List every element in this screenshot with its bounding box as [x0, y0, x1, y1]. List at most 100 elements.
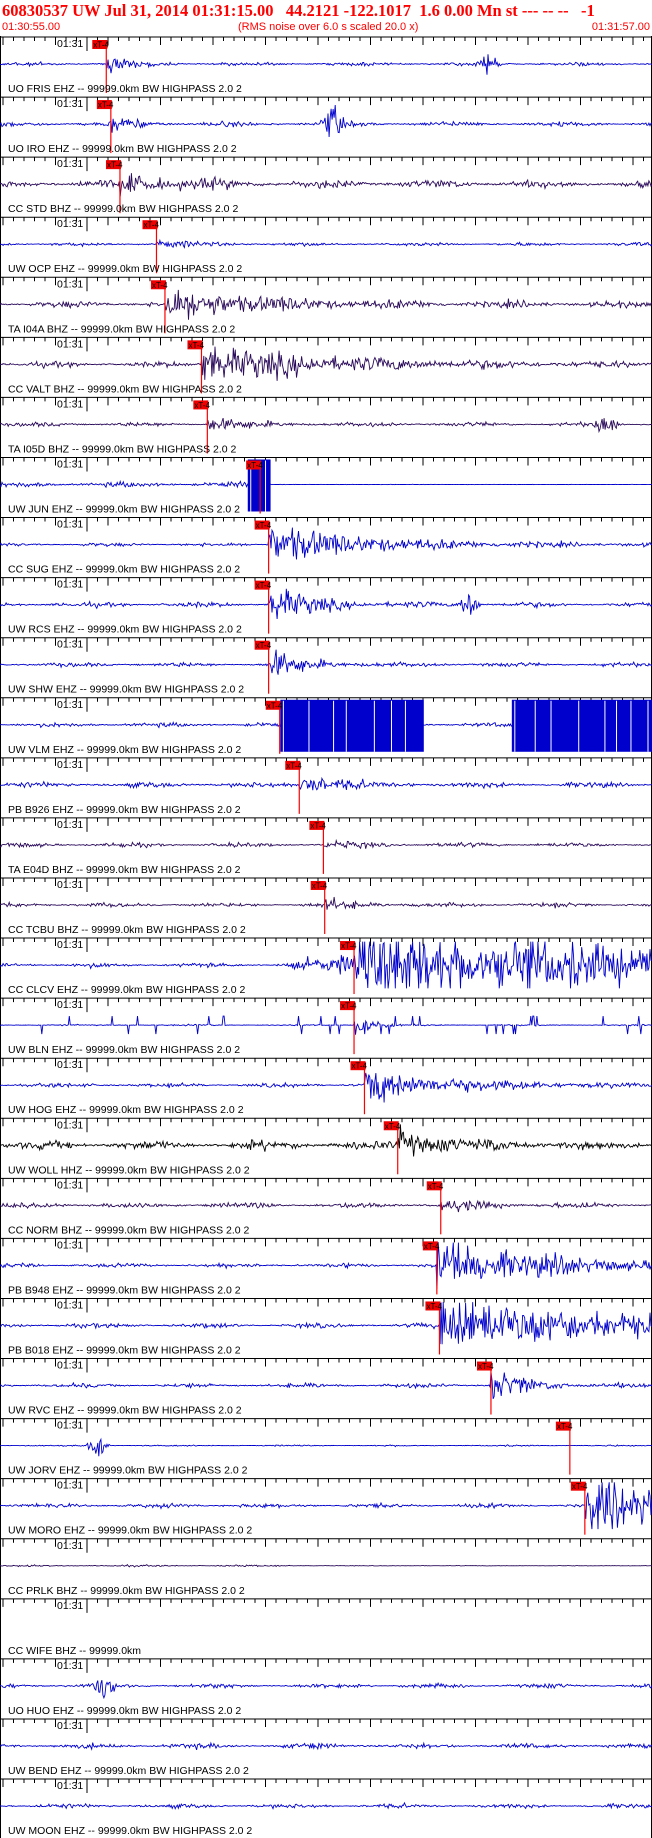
waveform-trace [0, 417, 652, 434]
pick-label: xT-4 [351, 1062, 367, 1071]
pick-label: xT-4 [424, 1242, 440, 1251]
waveform-trace [0, 1679, 652, 1700]
time-tick-label: 01:31 [57, 579, 83, 591]
station-label: TA I04A BHZ -- 99999.0km BW HIGHPASS 2.0… [8, 323, 235, 335]
time-tick-label: 01:31 [57, 1239, 83, 1251]
pick-label: xT-4 [98, 101, 114, 110]
waveform-trace [0, 346, 652, 381]
station-label: CC PRLK BHZ -- 99999.0km BW HIGHPASS 2.0… [8, 1585, 245, 1597]
waveform-trace [0, 238, 652, 249]
station-label: UW WOLL HHZ -- 99999.0km BW HIGHPASS 2.0… [8, 1164, 250, 1176]
waveform-trace [0, 1302, 652, 1345]
pick-label: xT-4 [426, 1302, 442, 1311]
station-label: UO IRO EHZ -- 99999.0km BW HIGHPASS 2.0 … [8, 143, 237, 155]
pick-label: xT-4 [194, 401, 210, 410]
time-tick-label: 01:31 [57, 398, 83, 410]
waveform-trace [0, 649, 652, 675]
trace-row: 01:31 xT-4 UW RVC EHZ -- 99999.0km BW HIGH… [0, 1358, 652, 1417]
trace-row: 01:31 xT-4 TA I04A BHZ -- 99999.0km BW HIG… [0, 276, 652, 335]
station-label: UO HUO EHZ -- 99999.0km BW HIGHPASS 2.0 … [8, 1705, 241, 1717]
trace-row: 01:31 xT-4 UO IRO EHZ -- 99999.0km BW HIGH… [0, 96, 652, 155]
time-tick-label: 01:31 [57, 1600, 83, 1612]
trace-row: 01:31 xT-4 UW WOLL HHZ -- 99999.0km BW HIG… [0, 1117, 652, 1176]
pick-label: xT-4 [93, 41, 109, 50]
waveform-trace [0, 1801, 652, 1810]
waveform-trace [0, 527, 652, 560]
waveform-trace [0, 54, 652, 75]
station-label: CC WIFE BHZ -- 99999.0km [8, 1645, 141, 1657]
trace-row: 01:31 xT-4 PB B948 EHZ -- 99999.0km BW HIG… [0, 1237, 652, 1296]
event-title: 60830537 UW Jul 31, 2014 01:31:15.00 44.… [2, 1, 595, 20]
end-time-label: 01:31:57.00 [591, 21, 650, 33]
trace-row: 01:31 xT-4 UW JUN EHZ -- 99999.0km BW HIGH… [0, 456, 652, 515]
time-tick-label: 01:31 [57, 639, 83, 651]
station-label: PB B948 EHZ -- 99999.0km BW HIGHPASS 2.0… [8, 1284, 241, 1296]
waveform-trace [0, 588, 652, 620]
time-tick-label: 01:31 [57, 1420, 83, 1432]
trace-row: 01:31 xT-4 CC VALT BHZ -- 99999.0km BW HIG… [0, 336, 652, 395]
time-tick-label: 01:31 [57, 699, 83, 711]
trace-row: 01:31 CC WIFE BHZ -- 99999.0km [0, 1598, 652, 1657]
pick-label: xT-4 [256, 641, 272, 650]
time-tick-label: 01:31 [57, 98, 83, 110]
time-tick-label: 01:31 [57, 999, 83, 1011]
trace-row: 01:31 xT-4 CC TCBU BHZ -- 99999.0km BW HIG… [0, 877, 652, 936]
station-label: PB B018 EHZ -- 99999.0km BW HIGHPASS 2.0… [8, 1344, 241, 1356]
station-label: CC TCBU BHZ -- 99999.0km BW HIGHPASS 2.0… [8, 924, 246, 936]
start-time-label: 01:30:55.00 [2, 21, 61, 33]
station-label: TA I05D BHZ -- 99999.0km BW HIGHPASS 2.0… [8, 443, 237, 455]
time-tick-label: 01:31 [57, 519, 83, 531]
pick-label: xT-4 [152, 281, 168, 290]
trace-row: 01:31 xT-4 CC STD BHZ -- 99999.0km BW HIGH… [0, 156, 652, 215]
trace-row: 01:31 xT-4 CC SUG EHZ -- 99999.0km BW HIGH… [0, 517, 652, 576]
pick-label: xT-4 [341, 1002, 357, 1011]
waveform-trace [0, 1015, 652, 1035]
pick-label: xT-4 [188, 341, 204, 350]
time-tick-label: 01:31 [57, 1059, 83, 1071]
trace-row: 01:31 xT-4 CC CLCV EHZ -- 99999.0km BW HIG… [0, 937, 652, 996]
station-label: UW MOON EHZ -- 99999.0km BW HIGHPASS 2.0… [8, 1825, 252, 1837]
waveform-trace [0, 1241, 652, 1289]
trace-row: 01:31 UW MOON EHZ -- 99999.0km BW HIGHPAS… [0, 1778, 652, 1837]
station-label: UO FRIS EHZ -- 99999.0km BW HIGHPASS 2.0… [8, 83, 242, 95]
station-label: CC VALT BHZ -- 99999.0km BW HIGHPASS 2.0… [8, 383, 242, 395]
trace-row: 01:31 xT-4 UO FRIS EHZ -- 99999.0km BW HIG… [0, 36, 652, 95]
time-tick-label: 01:31 [57, 1360, 83, 1372]
station-label: CC SUG EHZ -- 99999.0km BW HIGHPASS 2.0 … [8, 564, 240, 576]
trace-row: 01:31 xT-4 UW VLM EHZ -- 99999.0km BW HIGH… [0, 697, 652, 756]
pick-label: xT-4 [557, 1422, 573, 1431]
time-tick-label: 01:31 [57, 1179, 83, 1191]
time-tick-label: 01:31 [57, 819, 83, 831]
station-label: UW VLM EHZ -- 99999.0km BW HIGHPASS 2.0 … [8, 744, 241, 756]
waveform-trace [0, 838, 652, 850]
waveform-trace [0, 289, 652, 320]
trace-row: 01:31 xT-4 TA E04D BHZ -- 99999.0km BW HIG… [0, 817, 652, 876]
trace-row: 01:31 xT-4 UW OCP EHZ -- 99999.0km BW HIGH… [0, 216, 652, 275]
trace-row: 01:31 xT-4 UW HOG EHZ -- 99999.0km BW HIGH… [0, 1057, 652, 1116]
waveform-trace [0, 173, 652, 197]
time-tick-label: 01:31 [57, 38, 83, 50]
waveform-trace [0, 1072, 652, 1103]
time-tick-label: 01:31 [57, 218, 83, 230]
pick-label: xT-4 [385, 1122, 401, 1131]
pick-label: xT-4 [341, 942, 357, 951]
station-label: UW JUN EHZ -- 99999.0km BW HIGHPASS 2.0 … [8, 503, 240, 515]
pick-label: xT-4 [107, 161, 123, 170]
station-label: UW SHW EHZ -- 99999.0km BW HIGHPASS 2.0 … [8, 684, 244, 696]
waveform-trace [0, 1482, 652, 1530]
station-label: UW JORV EHZ -- 99999.0km BW HIGHPASS 2.0… [8, 1465, 248, 1477]
seismogram-plot: 01:31 xT-4 UO FRIS EHZ -- 99999.0km BW HIG… [0, 36, 652, 1838]
waveform-trace [0, 104, 652, 138]
trace-row: 01:31 xT-4 CC NORM BHZ -- 99999.0km BW HIG… [0, 1177, 652, 1236]
time-tick-label: 01:31 [57, 939, 83, 951]
pick-label: xT-4 [247, 461, 263, 470]
trace-row: 01:31 xT-4 PB B926 EHZ -- 99999.0km BW HIG… [0, 757, 652, 816]
trace-row: 01:31 xT-4 TA I05D BHZ -- 99999.0km BW HIG… [0, 396, 652, 455]
waveform-trace [0, 776, 652, 791]
station-label: UW BEND EHZ -- 99999.0km BW HIGHPASS 2.0… [8, 1765, 249, 1777]
pick-label: xT-4 [478, 1362, 494, 1371]
time-tick-label: 01:31 [57, 1299, 83, 1311]
waveform-trace [0, 1124, 652, 1157]
trace-row: 01:31 xT-4 UW SHW EHZ -- 99999.0km BW HIGH… [0, 637, 652, 696]
waveform-trace [0, 1741, 652, 1751]
